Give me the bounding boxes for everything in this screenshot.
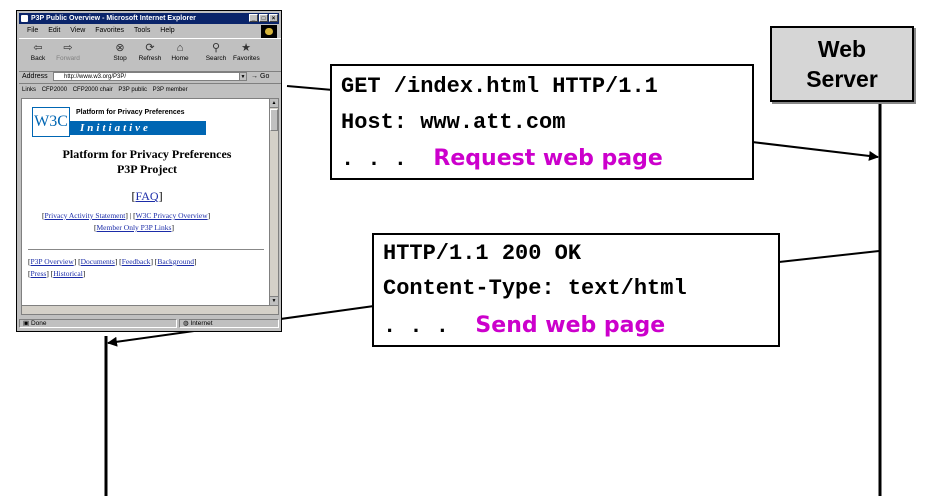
scroll-down-icon[interactable]: ▼ (270, 296, 278, 305)
documents-link[interactable]: Documents (81, 257, 115, 266)
go-button[interactable]: Go (260, 71, 269, 83)
window-titlebar: P3P Public Overview - Microsoft Internet… (19, 13, 279, 24)
page-heading-line1: Platform for Privacy Preferences (62, 147, 232, 161)
menu-view[interactable]: View (70, 27, 85, 34)
stop-button[interactable]: ⊗ Stop (107, 41, 133, 62)
request-line3: . . . Request web page (341, 146, 663, 172)
home-icon: ⌂ (176, 42, 184, 54)
response-line1: HTTP/1.1 200 OK (383, 241, 582, 266)
scroll-up-icon[interactable]: ▲ (270, 99, 278, 108)
response-line3: . . . Send web page (383, 313, 665, 339)
request-caption: Request web page (433, 146, 663, 171)
vertical-scrollbar[interactable]: ▲ ▼ (269, 98, 279, 306)
faq-link[interactable]: FAQ (135, 189, 158, 203)
address-dropdown-icon[interactable]: ▼ (239, 72, 247, 81)
feedback-link[interactable]: Feedback (122, 257, 151, 266)
link-p3p-public[interactable]: P3P public (118, 87, 147, 93)
request-message-box: GET /index.html HTTP/1.1 Host: www.att.c… (330, 64, 754, 180)
request-line1: GET /index.html HTTP/1.1 (341, 74, 658, 99)
w3c-privacy-overview-link[interactable]: W3C Privacy Overview (136, 211, 208, 220)
forward-button[interactable]: ⇨ Forward (55, 41, 81, 62)
back-button[interactable]: ⇦ Back (25, 41, 51, 62)
ie-app-icon (21, 15, 28, 22)
menu-help[interactable]: Help (160, 27, 174, 34)
address-label: Address (22, 73, 48, 80)
response-caption: Send web page (475, 313, 666, 338)
page-nav-row1: [P3P Overview] [Documents] [Feedback] [B… (28, 257, 197, 266)
logo-title: Platform for Privacy Preferences (76, 109, 185, 116)
links-bar: Links CFP2000 CFP2000 chair P3P public P… (19, 85, 281, 96)
maximize-button[interactable]: □ (259, 14, 268, 22)
address-input[interactable]: http://www.w3.org/P3P/ (53, 72, 241, 81)
request-line2: Host: www.att.com (341, 110, 566, 135)
back-arrow-icon: ⇦ (33, 42, 43, 54)
stop-icon: ⊗ (115, 42, 125, 54)
response-line2: Content-Type: text/html (383, 276, 687, 301)
horizontal-scrollbar[interactable] (21, 305, 279, 315)
request-dots: . . . (341, 147, 408, 172)
favorites-button[interactable]: ★ Favorites (233, 41, 260, 62)
p3p-overview-link[interactable]: P3P Overview (31, 257, 74, 266)
link-cfp2000-chair[interactable]: CFP2000 chair (73, 87, 113, 93)
refresh-icon: ⟳ (145, 42, 155, 54)
search-icon: ⚲ (211, 42, 221, 54)
menu-favorites[interactable]: Favorites (95, 27, 124, 34)
status-bar: ▣ Done ◍ Internet (19, 318, 281, 329)
historical-link[interactable]: Historical (53, 269, 83, 278)
privacy-activity-link[interactable]: Privacy Activity Statement (45, 211, 126, 220)
press-link[interactable]: Press (31, 269, 47, 278)
status-zone-box: ◍ Internet (179, 319, 279, 328)
page-content: W3C Platform for Privacy Preferences Ini… (21, 98, 273, 308)
browser-window: P3P Public Overview - Microsoft Internet… (16, 10, 282, 332)
server-label-line1: Web (817, 36, 867, 62)
close-button[interactable]: × (269, 14, 278, 22)
toolbar: ⇦ Back ⇨ Forward ⊗ Stop ⟳ Refresh ⌂ Home ⚲ Sea… (19, 38, 281, 72)
logo-band: Initiative (70, 121, 206, 135)
scroll-thumb[interactable] (270, 109, 278, 131)
faq-row: [FAQ] (131, 189, 163, 203)
request-arrow-end (751, 141, 879, 161)
link-p3p-member[interactable]: P3P member (153, 87, 188, 93)
window-title: P3P Public Overview - Microsoft Internet… (31, 15, 196, 22)
w3c-logo[interactable]: W3C (32, 107, 70, 137)
menu-bar: File Edit View Favorites Tools Help (19, 26, 269, 36)
page-links-row2: [Member Only P3P Links] (94, 223, 174, 232)
response-dots: . . . (383, 314, 450, 339)
request-arrow-start (286, 85, 334, 91)
background-link[interactable]: Background (157, 257, 194, 266)
page-divider (28, 249, 264, 250)
page-heading-line2: P3P Project (116, 162, 178, 176)
page-nav-row2: [Press] [Historical] (28, 269, 86, 278)
links-label: Links (22, 87, 37, 93)
menu-edit[interactable]: Edit (48, 27, 60, 34)
response-arrow-start (778, 250, 880, 263)
page-links-row1: [Privacy Activity Statement] | [W3C Priv… (42, 211, 211, 220)
minimize-button[interactable]: _ (249, 14, 258, 22)
member-only-link[interactable]: Member Only P3P Links (97, 223, 172, 232)
menu-file[interactable]: File (27, 27, 38, 34)
favorites-icon: ★ (241, 42, 251, 54)
link-cfp2000[interactable]: CFP2000 (42, 87, 67, 93)
server-label-line2: Server (806, 66, 878, 92)
status-text-box: ▣ Done (19, 319, 177, 328)
forward-arrow-icon: ⇨ (63, 42, 73, 54)
web-server-box: Web Server (770, 26, 914, 102)
ie-throbber-icon (261, 25, 277, 38)
page-done-icon: ▣ (23, 320, 31, 327)
menu-tools[interactable]: Tools (134, 27, 150, 34)
refresh-button[interactable]: ⟳ Refresh (137, 41, 163, 62)
response-message-box: HTTP/1.1 200 OK Content-Type: text/html … (372, 233, 780, 347)
go-arrow-icon: → (251, 73, 258, 80)
address-bar: Address http://www.w3.org/P3P/ ▼ → Go (19, 71, 281, 84)
home-button[interactable]: ⌂ Home (167, 41, 193, 62)
search-button[interactable]: ⚲ Search (203, 41, 229, 62)
